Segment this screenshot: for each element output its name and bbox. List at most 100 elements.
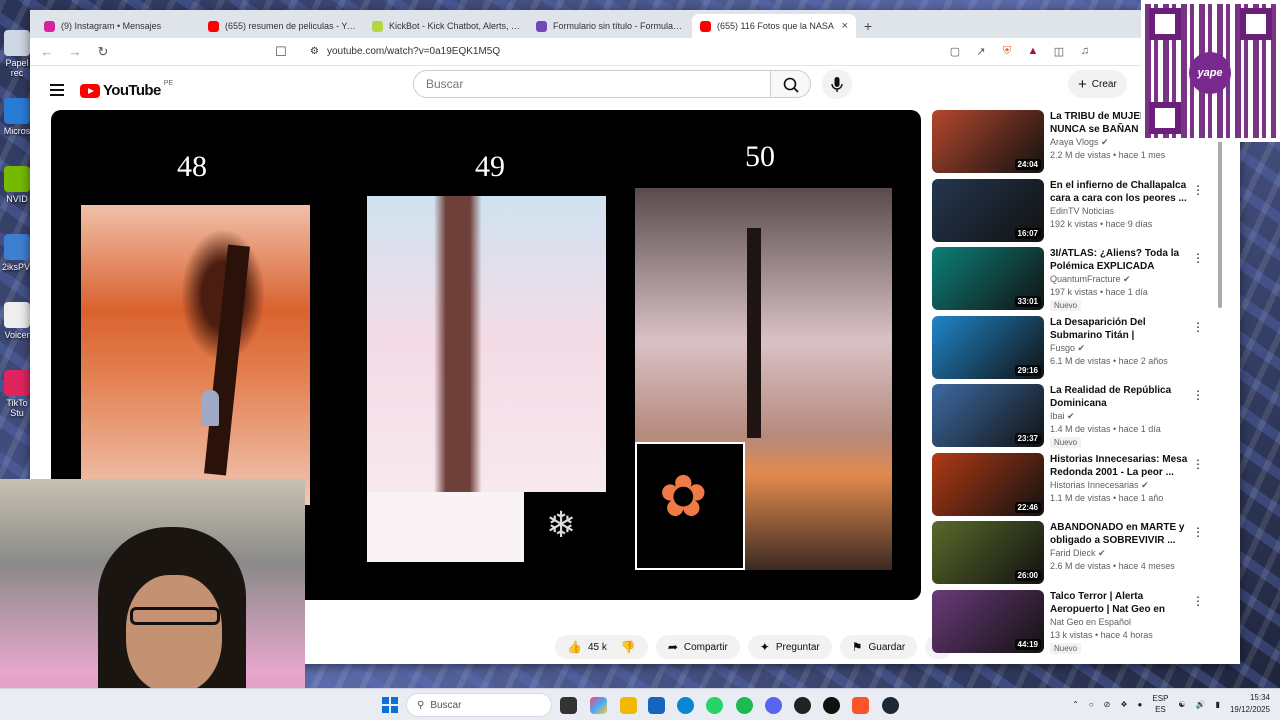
recommended-video[interactable]: 23:37 La Realidad de República Dominicana… xyxy=(932,384,1214,453)
video-title[interactable]: Historias Innecesarias: Mesa Redonda 200… xyxy=(1050,453,1190,479)
browser-tab[interactable]: Formulario sin título - Formularios de G… xyxy=(528,14,692,38)
share-button[interactable]: ➦ Compartir xyxy=(655,635,740,659)
more-vertical-icon[interactable]: ⋮ xyxy=(1192,457,1204,471)
back-icon[interactable]: ← xyxy=(38,44,56,59)
cast-icon[interactable]: ▢ xyxy=(948,45,962,59)
url-field[interactable]: ⚙ youtube.com/watch?v=0a19EQK1M5Q xyxy=(300,40,900,63)
video-thumbnail[interactable]: 24:04 xyxy=(932,110,1044,173)
video-thumbnail[interactable]: 33:01 xyxy=(932,247,1044,310)
video-thumbnail[interactable]: 23:37 xyxy=(932,384,1044,447)
store-icon[interactable] xyxy=(648,697,665,714)
video-title[interactable]: Talco Terror | Alerta Aeropuerto | Nat G… xyxy=(1050,590,1190,616)
sidebar-scrollbar[interactable] xyxy=(1218,140,1222,308)
youtube-logo[interactable]: YouTube PE xyxy=(80,80,173,99)
brave-icon[interactable] xyxy=(852,697,869,714)
more-vertical-icon[interactable]: ⋮ xyxy=(1192,183,1204,197)
discord-icon[interactable] xyxy=(765,697,782,714)
tray-pin-icon[interactable]: ❖ xyxy=(1120,700,1127,709)
taskbar-search[interactable]: ⚲ Buscar xyxy=(406,693,552,717)
obs-icon[interactable] xyxy=(823,697,840,714)
recommended-video[interactable]: 29:16 La Desaparición Del Submarino Titán… xyxy=(932,315,1214,385)
video-thumbnail[interactable]: 44:19 xyxy=(932,589,1044,653)
more-vertical-icon[interactable]: ⋮ xyxy=(1192,320,1204,334)
tray-overflow-icon[interactable]: ⌃ xyxy=(1072,700,1079,709)
recommended-video[interactable]: 26:00 ABANDONADO en MARTE y obligado a SO… xyxy=(932,521,1214,590)
battery-icon[interactable]: ▮ xyxy=(1216,700,1220,709)
recommended-video[interactable]: 44:19 Talco Terror | Alerta Aeropuerto | … xyxy=(932,589,1214,659)
recommended-video[interactable]: 16:07 En el infierno de Challapalca cara … xyxy=(932,178,1214,248)
tray-mic-icon[interactable]: ● xyxy=(1138,700,1143,709)
edge-icon[interactable] xyxy=(677,697,694,714)
forward-icon[interactable]: → xyxy=(66,44,84,59)
video-thumbnail[interactable]: 22:46 xyxy=(932,452,1044,516)
channel-name[interactable]: Nat Geo en Español xyxy=(1050,617,1131,627)
browser-tab[interactable]: (655) 116 Fotos que la NASA × xyxy=(692,14,856,38)
brave-shield-icon[interactable]: ⛨ xyxy=(1000,45,1014,59)
video-thumbnail[interactable]: 29:16 xyxy=(932,315,1044,379)
volume-icon[interactable]: 🔊 xyxy=(1196,700,1206,709)
ask-button[interactable]: ✦ Preguntar xyxy=(747,635,832,659)
new-tab-button[interactable]: + xyxy=(856,14,880,38)
video-thumbnail[interactable]: 16:07 xyxy=(932,178,1044,242)
channel-name[interactable]: QuantumFracture xyxy=(1050,274,1121,284)
desktop-icon[interactable]: 2iksPV2 xyxy=(2,234,35,272)
wifi-icon[interactable]: ☯ xyxy=(1178,700,1185,709)
channel-name[interactable]: Historias Innecesarias xyxy=(1050,480,1139,490)
browser-tab[interactable]: KickBot - Kick Chatbot, Alerts, TTS, Ove… xyxy=(364,14,528,38)
video-title[interactable]: ABANDONADO en MARTE y obligado a SOBREVI… xyxy=(1050,521,1190,547)
channel-name[interactable]: Fusgo xyxy=(1050,343,1075,353)
desktop-icon[interactable]: TikTo Stu xyxy=(2,370,32,418)
more-vertical-icon[interactable]: ⋮ xyxy=(1192,251,1204,265)
tray-app-icon[interactable]: ○ xyxy=(1089,700,1094,709)
more-vertical-icon[interactable]: ⋮ xyxy=(1192,594,1204,608)
windows-start-icon[interactable] xyxy=(382,697,398,713)
voice-search-button[interactable] xyxy=(822,69,852,99)
channel-name[interactable]: EdinTV Noticias xyxy=(1050,206,1114,216)
browser-tab[interactable]: (655) resumen de peliculas - YouTube xyxy=(200,14,364,38)
share-icon[interactable]: ↗ xyxy=(974,45,988,59)
desktop-icon[interactable]: Micros xyxy=(2,98,32,136)
tray-mute-icon[interactable]: ⊘ xyxy=(1104,700,1111,709)
desktop-icon[interactable]: NVID xyxy=(2,166,32,204)
sidebar-icon[interactable]: ◫ xyxy=(1052,45,1066,59)
video-title[interactable]: La Desaparición Del Submarino Titán | Do… xyxy=(1050,316,1190,342)
save-button[interactable]: ⚑ Guardar xyxy=(839,635,918,659)
like-button[interactable]: 👍 45 k xyxy=(567,640,607,654)
spotify-icon[interactable] xyxy=(736,697,753,714)
desktop-icon[interactable]: Voicer xyxy=(2,302,32,340)
more-vertical-icon[interactable]: ⋮ xyxy=(1192,388,1204,402)
desktop-icon-label: TikTo Stu xyxy=(6,398,28,418)
create-button[interactable]: + Crear xyxy=(1068,70,1127,98)
channel-name[interactable]: Ibai xyxy=(1050,411,1065,421)
recommended-video[interactable]: 22:46 Historias Innecesarias: Mesa Redond… xyxy=(932,452,1214,522)
clock[interactable]: 15:34 19/12/2025 xyxy=(1230,692,1270,716)
video-thumbnail[interactable]: 26:00 xyxy=(932,521,1044,584)
whatsapp-icon[interactable] xyxy=(706,697,723,714)
copilot-icon[interactable] xyxy=(590,697,607,714)
media-icon[interactable]: ♫ xyxy=(1078,45,1092,59)
reload-icon[interactable]: ↻ xyxy=(94,44,112,60)
file-explorer-icon[interactable] xyxy=(620,697,637,714)
browser-tab[interactable]: (9) Instagram • Mensajes xyxy=(36,14,200,38)
video-title[interactable]: La Realidad de República Dominicana xyxy=(1050,384,1190,410)
qr-corner-bottom-left xyxy=(1149,102,1181,134)
nvidia-app-icon[interactable] xyxy=(794,697,811,714)
video-title[interactable]: En el infierno de Challapalca cara a car… xyxy=(1050,179,1190,205)
menu-icon[interactable] xyxy=(50,84,64,99)
more-vertical-icon[interactable]: ⋮ xyxy=(1192,525,1204,539)
task-view-icon[interactable] xyxy=(560,697,577,714)
search-button[interactable] xyxy=(771,70,811,98)
thumbs-down-icon[interactable]: 👎 xyxy=(621,640,636,654)
channel-name[interactable]: Farid Dieck xyxy=(1050,548,1096,558)
site-info-icon[interactable]: ⚙ xyxy=(310,46,319,57)
close-tab-icon[interactable]: × xyxy=(842,20,848,32)
bookmark-icon[interactable]: ☐ xyxy=(272,44,290,60)
video-title[interactable]: 3I/ATLAS: ¿Aliens? Toda la Polémica EXPL… xyxy=(1050,247,1190,273)
search-input[interactable]: Buscar xyxy=(413,70,771,98)
brave-rewards-icon[interactable]: ▲ xyxy=(1026,45,1040,59)
recommended-video[interactable]: 33:01 3I/ATLAS: ¿Aliens? Toda la Polémica… xyxy=(932,247,1214,316)
steam-icon[interactable] xyxy=(882,697,899,714)
language-indicator[interactable]: ESP ES xyxy=(1152,693,1168,715)
channel-name[interactable]: Araya Vlogs xyxy=(1050,137,1099,147)
desktop-icon[interactable]: Papel rec xyxy=(2,30,32,78)
